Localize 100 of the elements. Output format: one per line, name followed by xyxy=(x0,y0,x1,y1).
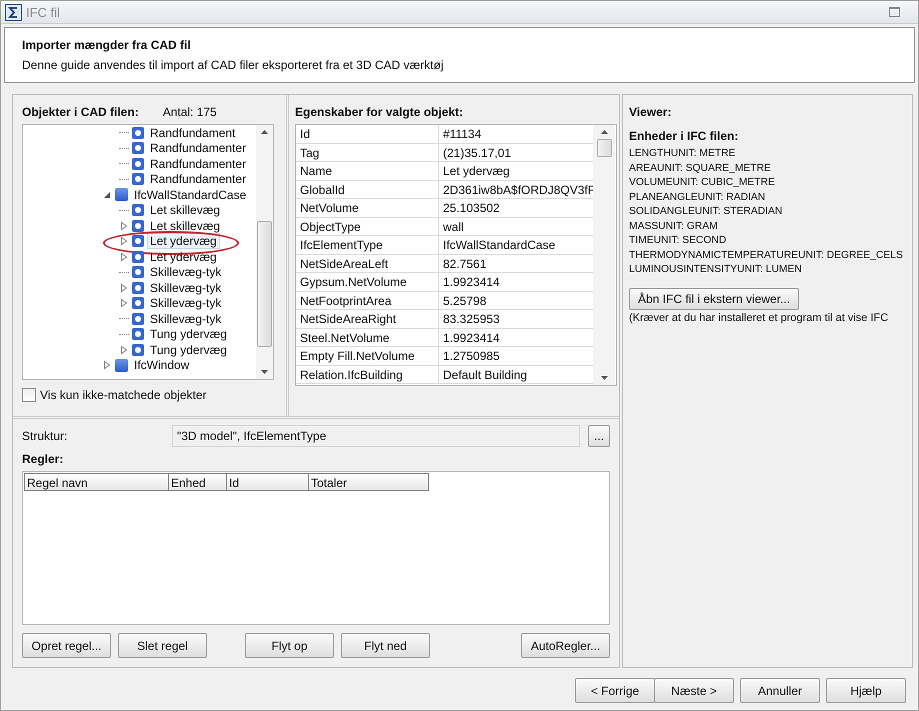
wizard-button[interactable]: Hjælp xyxy=(826,678,906,703)
rule-button[interactable]: Slet regel xyxy=(118,633,207,658)
scroll-thumb[interactable] xyxy=(596,139,612,157)
tree-item[interactable]: Randfundamenter xyxy=(147,156,250,172)
property-value: 83.325953 xyxy=(442,311,501,328)
expand-icon[interactable] xyxy=(102,360,112,370)
column-header[interactable]: Id xyxy=(227,473,309,491)
expand-icon[interactable] xyxy=(119,344,129,355)
column-header[interactable]: Enhed xyxy=(169,473,227,491)
rule-button[interactable]: Opret regel... xyxy=(22,633,111,658)
object-icon xyxy=(132,266,144,278)
property-value: 82.7561 xyxy=(442,256,488,272)
objects-title: Objekter i CAD filen: xyxy=(22,105,139,119)
units-title: Enheder i IFC filen: xyxy=(629,129,740,143)
object-icon xyxy=(132,142,144,154)
object-icon xyxy=(132,235,144,248)
property-value: 2D361iw8bA$fORDJ8QV3fF xyxy=(442,182,596,198)
property-name: Name xyxy=(296,162,439,180)
property-value: wall xyxy=(442,218,465,235)
rule-button[interactable]: AutoRegler... xyxy=(521,633,610,658)
expand-icon[interactable] xyxy=(119,252,129,262)
wizard-button[interactable]: < Forrige xyxy=(575,678,655,703)
property-name: Steel.NetVolume xyxy=(296,328,439,346)
property-name: GlobalId xyxy=(296,180,439,198)
property-value: 25.103502 xyxy=(442,200,501,216)
rule-button[interactable]: Flyt ned xyxy=(341,633,430,658)
tree-item[interactable]: IfcWindow xyxy=(131,357,192,374)
property-name: NetFootprintArea xyxy=(296,292,439,309)
sigma-icon xyxy=(5,4,22,20)
expand-icon[interactable] xyxy=(119,282,129,293)
property-name: Gypsum.NetVolume xyxy=(296,273,439,290)
property-name: NetVolume xyxy=(296,199,439,216)
structure-field[interactable]: "3D model", IfcElementType xyxy=(172,425,580,447)
rules-title: Regler: xyxy=(22,452,64,466)
tree-item[interactable]: Let skillevæg xyxy=(147,202,224,218)
unit-text: LUMINOUSINTENSITYUNIT: LUMEN xyxy=(629,263,803,277)
object-icon xyxy=(132,344,144,356)
property-name: IfcElementType xyxy=(296,236,439,254)
open-viewer-button[interactable]: Åbn IFC fil i ekstern viewer... xyxy=(629,288,800,310)
property-value: IfcWallStandardCase xyxy=(442,237,556,254)
tree-item[interactable]: IfcWallStandardCase xyxy=(131,186,250,203)
scrollbar[interactable] xyxy=(256,125,273,379)
property-value: 5.25798 xyxy=(442,292,488,309)
property-value: Default Building xyxy=(442,366,528,383)
scrollbar[interactable] xyxy=(593,125,615,385)
wizard-button[interactable]: Næste > xyxy=(654,678,734,703)
viewer-title: Viewer: xyxy=(629,105,672,119)
unit-text: AREAUNIT: SQUARE_METRE xyxy=(629,162,772,176)
tree-item[interactable]: Tung ydervæg xyxy=(147,342,230,358)
tree-item[interactable]: Tung ydervæg xyxy=(147,326,230,342)
tree-item[interactable]: Let ydervæg xyxy=(147,233,220,250)
column-header[interactable]: Totaler xyxy=(309,473,429,491)
tree-item[interactable]: Randfundamenter xyxy=(147,171,250,188)
cube-icon xyxy=(115,358,128,372)
property-name: Empty Fill.NetVolume xyxy=(296,347,439,364)
property-name: ObjectType xyxy=(296,218,439,235)
object-icon xyxy=(132,220,144,232)
unit-text: VOLUMEUNIT: CUBIC_METRE xyxy=(629,176,776,190)
property-name: NetSideAreaRight xyxy=(296,310,439,328)
tree-item[interactable]: Skillevæg-tyk xyxy=(147,310,224,327)
property-value: #11134 xyxy=(442,126,482,142)
window-title: IFC fil xyxy=(26,4,61,20)
property-name: NetSideAreaLeft xyxy=(296,254,439,272)
tree-item[interactable]: Randfundamenter xyxy=(147,140,250,156)
object-icon xyxy=(132,250,144,263)
wizard-button[interactable]: Annuller xyxy=(740,678,820,703)
object-icon xyxy=(132,312,144,325)
property-value: (21)35.17,01 xyxy=(442,144,512,161)
unit-text: SOLIDANGLEUNIT: STERADIAN xyxy=(629,205,784,219)
object-icon xyxy=(132,158,144,170)
tree-item[interactable]: Randfundament xyxy=(147,125,238,141)
expand-icon[interactable] xyxy=(119,298,129,308)
scroll-thumb[interactable] xyxy=(257,221,272,347)
tree-item[interactable]: Let skillevæg xyxy=(147,218,224,234)
object-icon xyxy=(132,204,144,216)
rule-button[interactable]: Flyt op xyxy=(245,633,334,658)
checkbox[interactable] xyxy=(22,388,36,402)
checkbox-label: Vis kun ikke-matchede objekter xyxy=(40,388,207,402)
object-icon xyxy=(132,126,144,139)
tree-item[interactable]: Skillevæg-tyk xyxy=(147,295,224,312)
expand-icon[interactable] xyxy=(119,220,129,231)
property-value: 1.9923414 xyxy=(442,330,501,346)
property-value: Let ydervæg xyxy=(442,163,511,180)
header-title: Importer mængder fra CAD fil xyxy=(22,38,192,52)
column-header[interactable]: Regel navn xyxy=(24,473,169,491)
unit-text: THERMODYNAMICTEMPERATUREUNIT: DEGREE_CELS xyxy=(629,248,904,262)
maximize-icon[interactable] xyxy=(889,7,900,17)
object-icon xyxy=(132,173,144,186)
tree-item[interactable]: Skillevæg-tyk xyxy=(147,280,224,296)
object-icon xyxy=(132,282,144,294)
unit-text: PLANEANGLEUNIT: RADIAN xyxy=(629,190,766,204)
collapse-icon[interactable] xyxy=(102,190,112,200)
property-value: 1.9923414 xyxy=(442,274,501,290)
header-description: Denne guide anvendes til import af CAD filer eksporteret fra et 3D CAD værktøj xyxy=(22,58,445,72)
property-value: 1.2750985 xyxy=(442,348,501,364)
tree-item[interactable]: Skillevæg-tyk xyxy=(147,264,224,280)
property-name: Tag xyxy=(296,144,439,161)
browse-button[interactable]: ... xyxy=(588,425,610,447)
expand-icon[interactable] xyxy=(119,236,129,246)
structure-label: Struktur: xyxy=(22,429,68,443)
